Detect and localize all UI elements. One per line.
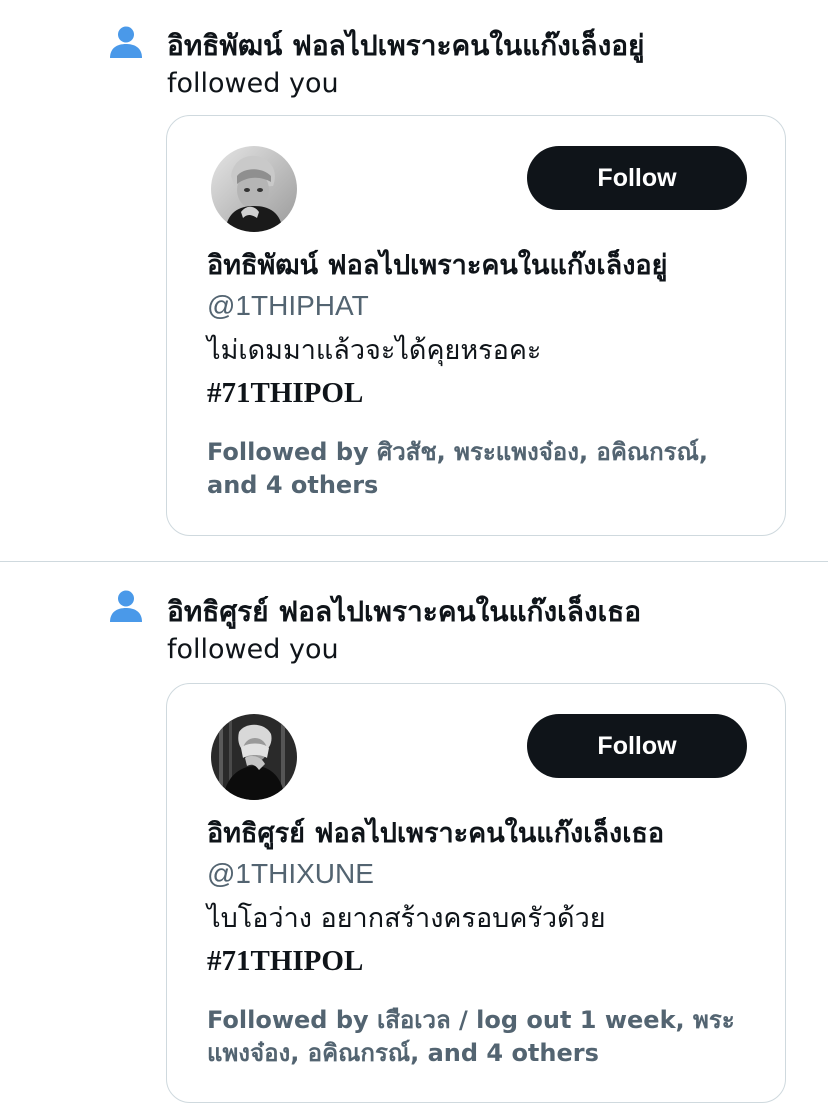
- followed-by-text: Followed by เสือเวล / log out 1 week, พร…: [207, 1006, 735, 1067]
- card-body: อิทธิพัฒน์ ฟอลไปเพราะคนในแก๊งเล็งอยู่ @1…: [207, 246, 755, 502]
- card-body: อิทธิศูรย์ ฟอลไปเพราะคนในแก๊งเล็งเธอ @1T…: [207, 814, 755, 1070]
- avatar[interactable]: [211, 714, 297, 800]
- user-card[interactable]: Follow อิทธิพัฒน์ ฟอลไปเพราะคนในแก๊งเล็ง…: [166, 115, 786, 536]
- follow-button[interactable]: Follow: [527, 146, 747, 210]
- notification-text: อิทธิพัฒน์ ฟอลไปเพราะคนในแก๊งเล็งอยู่ fo…: [167, 27, 788, 103]
- avatar[interactable]: [211, 146, 297, 232]
- bio-hashtag[interactable]: #71THIPOL: [207, 940, 755, 982]
- card-user-name[interactable]: อิทธิพัฒน์ ฟอลไปเพราะคนในแก๊งเล็งอยู่: [207, 246, 755, 286]
- follow-notification[interactable]: อิทธิศูรย์ ฟอลไปเพราะคนในแก๊งเล็งเธอ fol…: [0, 562, 828, 1120]
- person-icon: [108, 24, 144, 60]
- bio-hashtag[interactable]: #71THIPOL: [207, 372, 755, 414]
- card-user-handle[interactable]: @1THIXUNE: [207, 854, 755, 894]
- card-user-handle[interactable]: @1THIPHAT: [207, 286, 755, 326]
- user-card[interactable]: Follow อิทธิศูรย์ ฟอลไปเพราะคนในแก๊งเล็ง…: [166, 683, 786, 1103]
- bio-text: ไบโอว่าง อยากสร้างครอบครัวด้วย: [207, 903, 606, 934]
- notification-user-name[interactable]: อิทธิพัฒน์ ฟอลไปเพราะคนในแก๊งเล็งอยู่: [167, 27, 788, 65]
- card-user-name[interactable]: อิทธิศูรย์ ฟอลไปเพราะคนในแก๊งเล็งเธอ: [207, 814, 755, 854]
- notification-user-name[interactable]: อิทธิศูรย์ ฟอลไปเพราะคนในแก๊งเล็งเธอ: [167, 593, 788, 631]
- card-bio: ไบโอว่าง อยากสร้างครอบครัวด้วย #71THIPOL: [207, 898, 755, 982]
- follow-button[interactable]: Follow: [527, 714, 747, 778]
- notification-action: followed you: [167, 68, 339, 99]
- followed-by-text: Followed by ศิวสัช, พระแพงจ๋อง, อคิณกรณ์…: [207, 438, 708, 499]
- person-icon: [108, 588, 144, 624]
- notification-action: followed you: [167, 634, 339, 665]
- follow-notification[interactable]: อิทธิพัฒน์ ฟอลไปเพราะคนในแก๊งเล็งอยู่ fo…: [0, 0, 828, 561]
- notification-text: อิทธิศูรย์ ฟอลไปเพราะคนในแก๊งเล็งเธอ fol…: [167, 593, 788, 669]
- card-bio: ไม่เดมมาแล้วจะได้คุยหรอคะ #71THIPOL: [207, 330, 755, 414]
- bio-text: ไม่เดมมาแล้วจะได้คุยหรอคะ: [207, 335, 542, 366]
